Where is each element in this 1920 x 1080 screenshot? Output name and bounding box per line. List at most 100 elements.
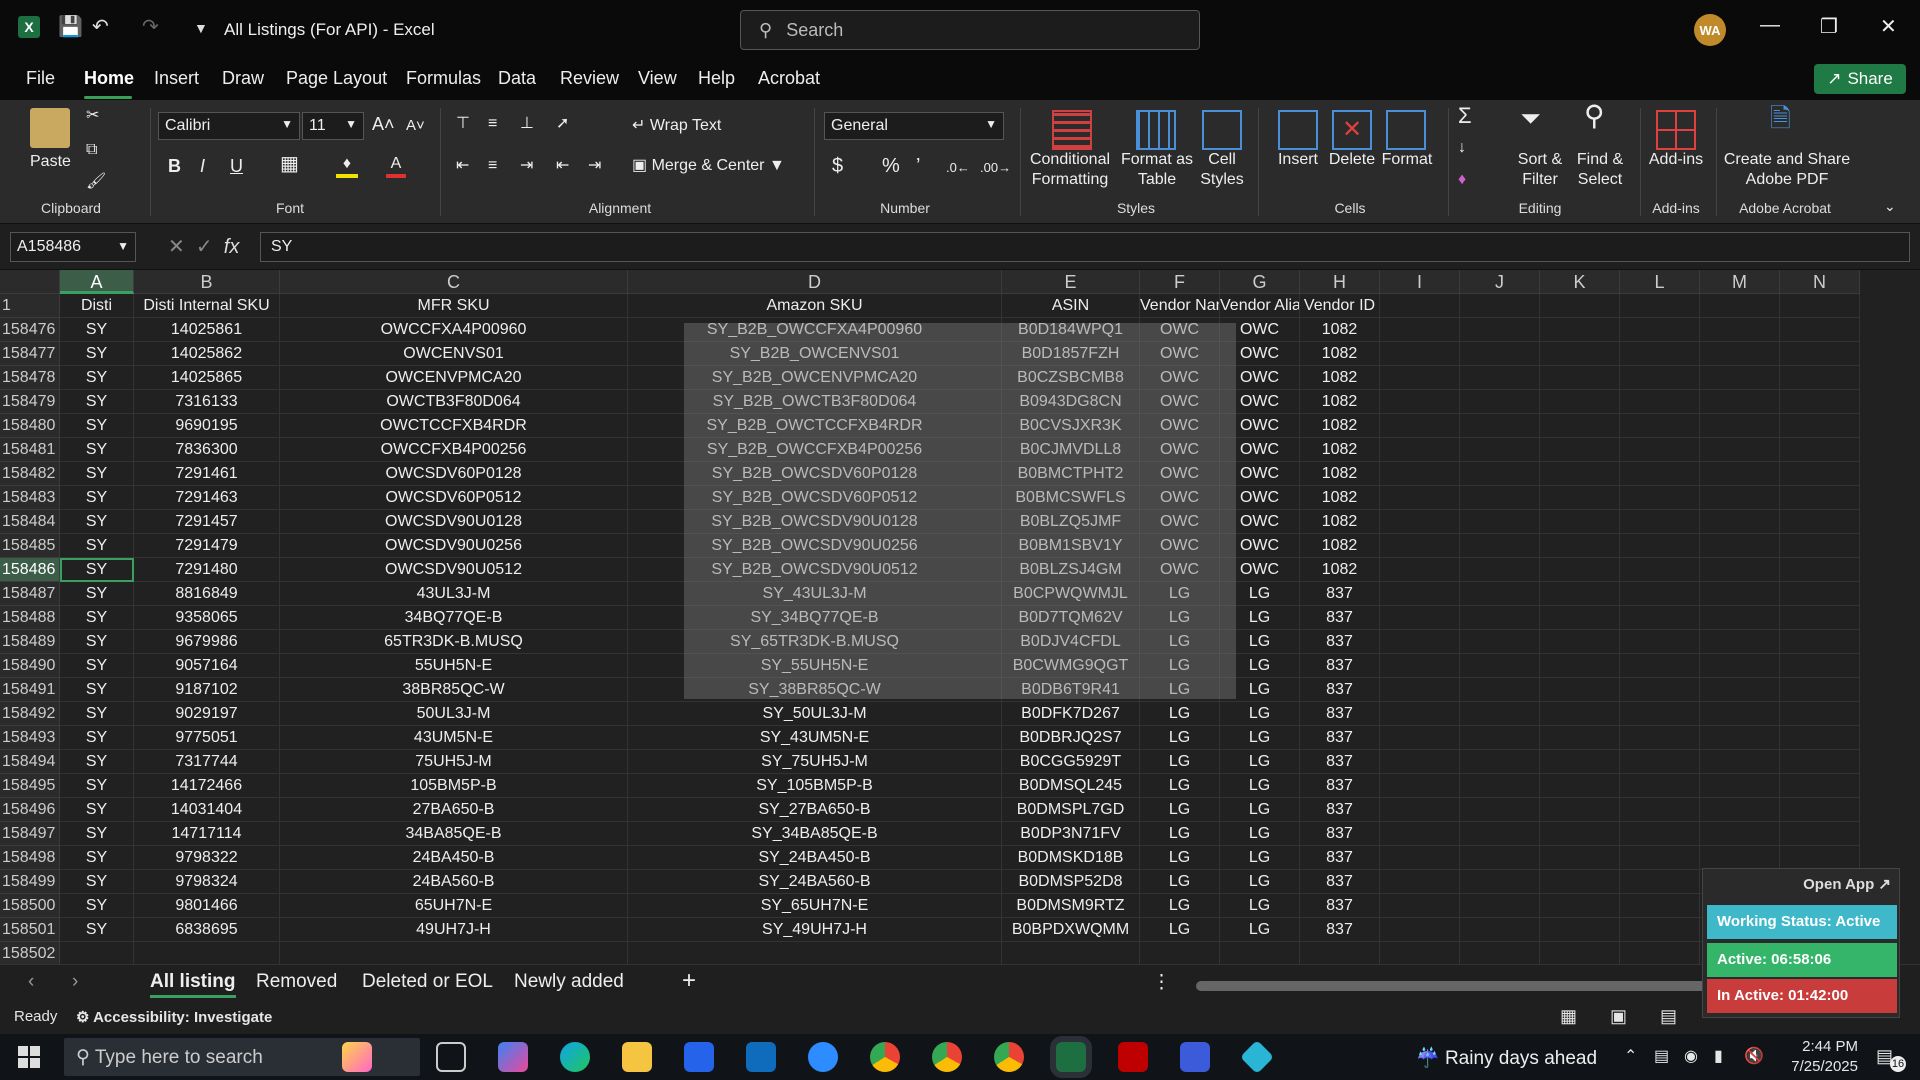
table-cell[interactable]: 14025862 [134,342,280,366]
empty-cell[interactable] [1460,366,1540,390]
table-cell[interactable]: SY_B2B_OWCSDV90U0128 [628,510,1002,534]
tab-newly-added[interactable]: Newly added [514,971,624,993]
table-cell[interactable] [628,942,1002,966]
empty-cell[interactable] [1460,702,1540,726]
empty-cell[interactable] [1380,654,1460,678]
table-cell[interactable]: SY_24BA450-B [628,846,1002,870]
decrease-indent-icon[interactable]: ⇤ [556,156,569,176]
empty-cell[interactable] [1620,486,1700,510]
empty-cell[interactable] [1700,558,1780,582]
empty-cell[interactable] [1380,462,1460,486]
edge-icon[interactable] [560,1042,590,1072]
row-header[interactable]: 158478 [0,366,60,390]
table-cell[interactable]: 1082 [1300,462,1380,486]
table-cell[interactable]: B0DBRJQ2S7 [1002,726,1140,750]
table-cell[interactable]: SY [60,318,134,342]
empty-cell[interactable] [1540,918,1620,942]
add-ins-button[interactable]: Add-ins [1646,150,1706,170]
empty-cell[interactable] [1460,654,1540,678]
empty-cell[interactable] [1460,294,1540,318]
table-cell[interactable]: 9798322 [134,846,280,870]
empty-cell[interactable] [1540,486,1620,510]
table-cell[interactable]: SY [60,606,134,630]
table-cell[interactable]: 1082 [1300,366,1380,390]
row-header[interactable]: 158476 [0,318,60,342]
table-cell[interactable]: 9801466 [134,894,280,918]
row-header[interactable]: 158498 [0,846,60,870]
chrome-icon[interactable] [870,1042,900,1072]
share-button[interactable]: ↗ Share [1814,64,1906,94]
table-cell[interactable]: B0943DG8CN [1002,390,1140,414]
add-sheet-icon[interactable]: + [682,967,696,995]
increase-indent-icon[interactable]: ⇥ [588,156,601,176]
table-cell[interactable] [280,942,628,966]
comma-icon[interactable]: ’ [916,156,920,176]
menu-acrobat[interactable]: Acrobat [758,68,820,89]
align-bottom-icon[interactable]: ⊥ [520,114,534,134]
empty-cell[interactable] [1780,342,1860,366]
empty-cell[interactable] [1540,654,1620,678]
table-cell[interactable]: OWC [1140,438,1220,462]
table-cell[interactable]: SY_34BQ77QE-B [628,606,1002,630]
empty-cell[interactable] [1380,366,1460,390]
copilot-icon[interactable] [342,1042,372,1072]
show-hidden-icons-icon[interactable]: ⌃ [1624,1046,1637,1066]
table-cell[interactable]: B0BM1SBV1Y [1002,534,1140,558]
table-cell[interactable]: SY [60,774,134,798]
table-cell[interactable]: SY_B2B_OWCCFXA4P00960 [628,318,1002,342]
empty-cell[interactable] [1700,606,1780,630]
empty-cell[interactable] [1540,318,1620,342]
column-header[interactable]: F [1140,270,1220,294]
header-cell[interactable]: Disti [60,294,134,318]
empty-cell[interactable] [1700,630,1780,654]
column-header[interactable]: N [1780,270,1860,294]
empty-cell[interactable] [1780,366,1860,390]
empty-cell[interactable] [1460,486,1540,510]
table-cell[interactable]: 1082 [1300,438,1380,462]
column-header[interactable]: M [1700,270,1780,294]
empty-cell[interactable] [1540,678,1620,702]
table-cell[interactable]: B0CJMVDLL8 [1002,438,1140,462]
empty-cell[interactable] [1780,390,1860,414]
table-cell[interactable]: 9798324 [134,870,280,894]
italic-icon[interactable]: I [200,156,205,176]
empty-cell[interactable] [1780,318,1860,342]
empty-cell[interactable] [1700,582,1780,606]
table-cell[interactable]: 8816849 [134,582,280,606]
empty-cell[interactable] [1780,534,1860,558]
paste-icon[interactable] [30,108,70,148]
wifi-icon[interactable]: ◉ [1684,1046,1698,1066]
excel-taskbar-icon[interactable] [1056,1042,1086,1072]
empty-cell[interactable] [1620,294,1700,318]
avatar[interactable]: WA [1694,14,1726,46]
empty-cell[interactable] [1540,366,1620,390]
empty-cell[interactable] [1540,870,1620,894]
empty-cell[interactable] [1460,390,1540,414]
menu-data[interactable]: Data [498,68,536,89]
table-cell[interactable] [1220,942,1300,966]
empty-cell[interactable] [1460,318,1540,342]
table-cell[interactable]: 49UH7J-H [280,918,628,942]
table-cell[interactable]: OWC [1140,510,1220,534]
table-cell[interactable]: LG [1220,918,1300,942]
table-cell[interactable]: LG [1140,846,1220,870]
table-cell[interactable]: 7291457 [134,510,280,534]
empty-cell[interactable] [1460,462,1540,486]
empty-cell[interactable] [1540,894,1620,918]
empty-cell[interactable] [1380,822,1460,846]
empty-cell[interactable] [1620,342,1700,366]
filezilla-icon[interactable] [1118,1042,1148,1072]
table-cell[interactable]: 837 [1300,630,1380,654]
empty-cell[interactable] [1460,798,1540,822]
menu-formulas[interactable]: Formulas [406,68,481,89]
table-cell[interactable]: 7291461 [134,462,280,486]
empty-cell[interactable] [1380,750,1460,774]
menu-insert[interactable]: Insert [154,68,199,89]
table-cell[interactable]: LG [1140,726,1220,750]
paste-button[interactable]: Paste [30,152,71,172]
empty-cell[interactable] [1460,678,1540,702]
empty-cell[interactable] [1380,918,1460,942]
table-cell[interactable]: B0BLZQ5JMF [1002,510,1140,534]
table-cell[interactable] [1002,942,1140,966]
table-cell[interactable]: 837 [1300,678,1380,702]
